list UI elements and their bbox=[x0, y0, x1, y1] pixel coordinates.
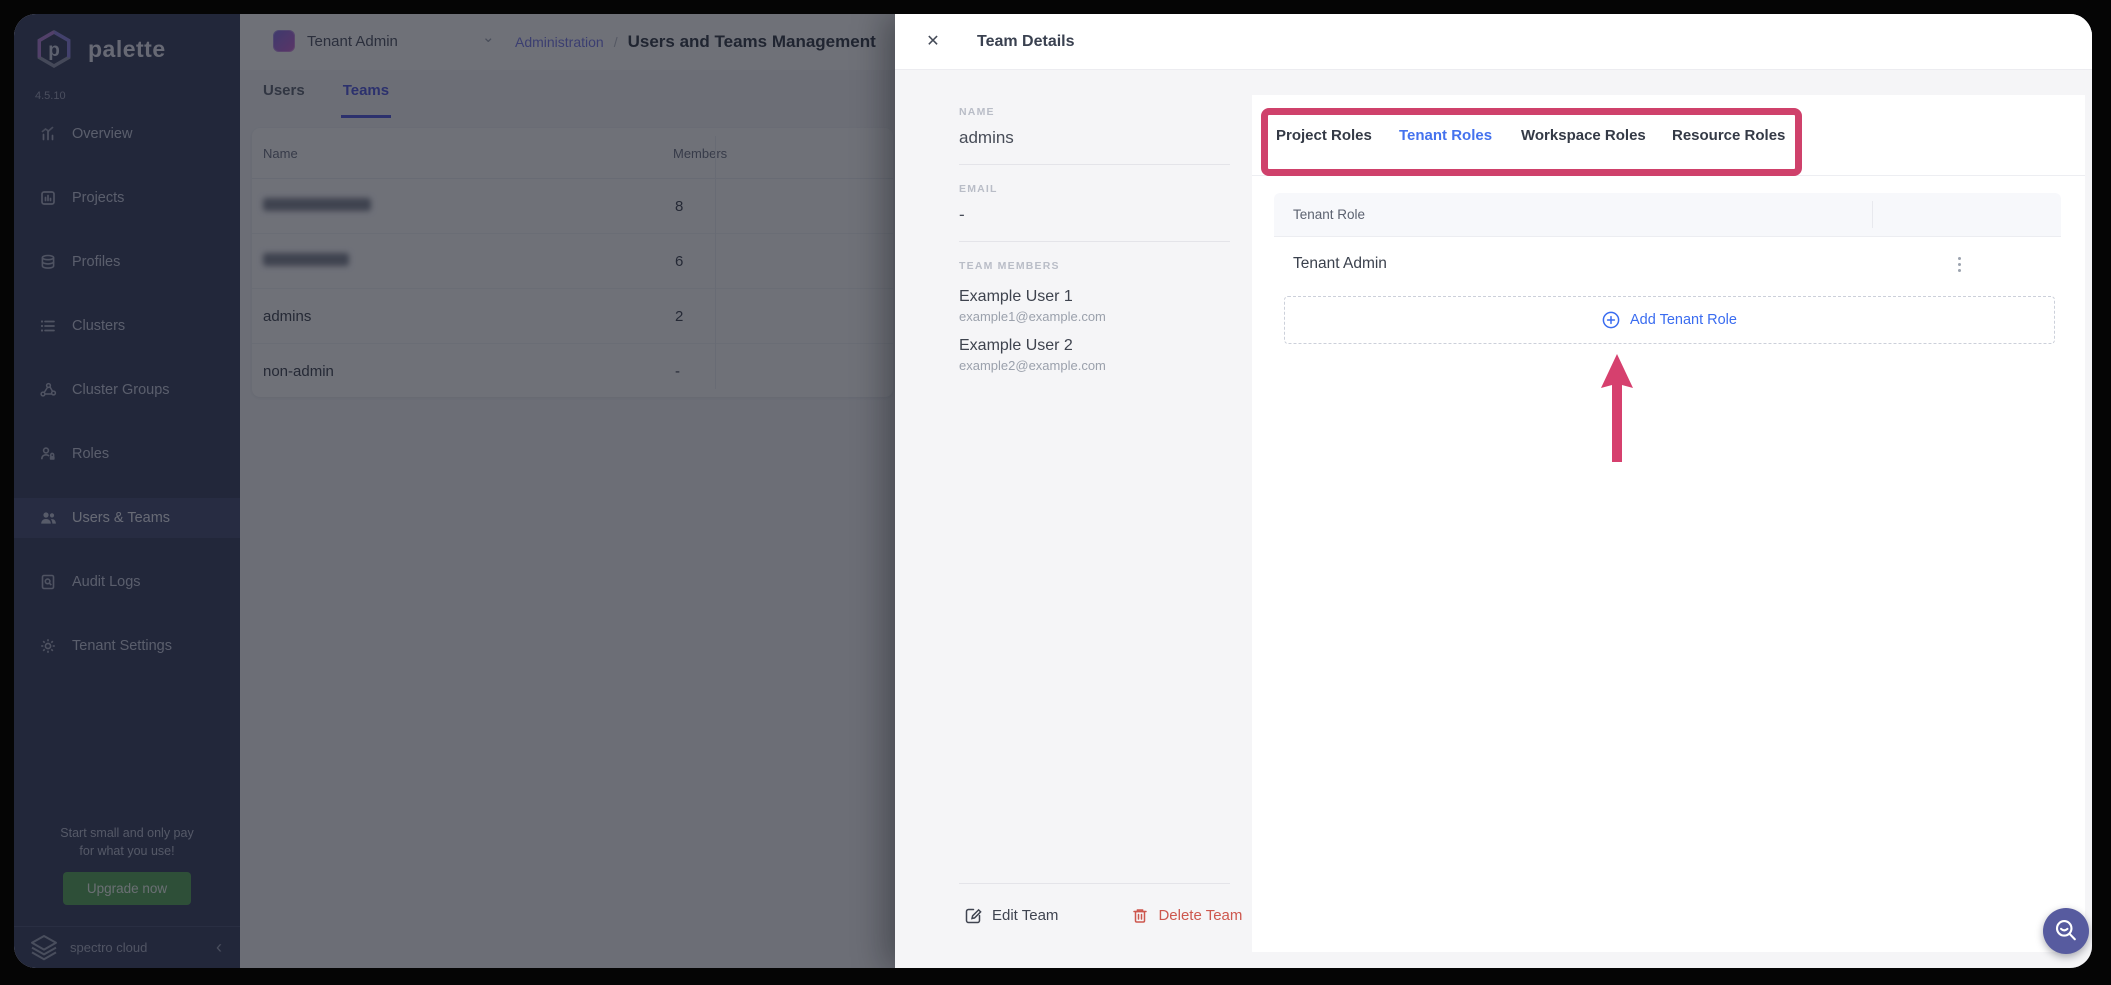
member-name: Example User 1 bbox=[959, 288, 1230, 306]
edit-team-label: Edit Team bbox=[992, 907, 1058, 924]
active-tab-underline bbox=[1386, 170, 1466, 174]
team-members-label: TEAM MEMBERS bbox=[959, 260, 1230, 272]
member-name: Example User 2 bbox=[959, 337, 1230, 355]
email-field-value: - bbox=[959, 205, 1230, 225]
pencil-icon bbox=[965, 907, 982, 924]
member-email: example1@example.com bbox=[959, 309, 1230, 324]
member-email: example2@example.com bbox=[959, 358, 1230, 373]
add-tenant-role-button[interactable]: Add Tenant Role bbox=[1284, 296, 2055, 344]
add-tenant-role-label: Add Tenant Role bbox=[1630, 312, 1737, 328]
divider bbox=[959, 241, 1230, 242]
name-field-label: NAME bbox=[959, 106, 1230, 118]
delete-team-button[interactable]: Delete Team bbox=[1126, 903, 1248, 928]
magnifier-smile-icon bbox=[2051, 916, 2081, 946]
role-row: Tenant Admin bbox=[1274, 237, 2061, 291]
modal-footer: Edit Team Delete Team bbox=[959, 903, 1248, 928]
roles-tabs: Project Roles Tenant Roles Workspace Rol… bbox=[1252, 95, 2085, 176]
close-icon[interactable]: ✕ bbox=[919, 28, 947, 56]
plus-circle-icon bbox=[1602, 311, 1620, 329]
tab-tenant-roles[interactable]: Tenant Roles bbox=[1399, 95, 1492, 176]
column-divider bbox=[1872, 201, 1873, 228]
tab-workspace-roles[interactable]: Workspace Roles bbox=[1521, 95, 1646, 176]
roles-panel: Project Roles Tenant Roles Workspace Rol… bbox=[1252, 95, 2085, 952]
roles-table-header: Tenant Role bbox=[1274, 193, 2061, 237]
modal-title: Team Details bbox=[977, 14, 1075, 70]
divider bbox=[959, 164, 1230, 165]
email-field-label: EMAIL bbox=[959, 183, 1230, 195]
team-member-item: Example User 1 example1@example.com bbox=[959, 288, 1230, 324]
kebab-menu-icon[interactable] bbox=[1946, 251, 1972, 277]
modal-header: ✕ Team Details bbox=[895, 14, 2092, 70]
tenant-roles-table: Tenant Role Tenant Admin bbox=[1274, 193, 2061, 291]
team-details-modal: ✕ Team Details NAME admins EMAIL - TEAM … bbox=[895, 14, 2092, 968]
tab-resource-roles[interactable]: Resource Roles bbox=[1672, 95, 1785, 176]
app-window: p palette 4.5.10 Overview Projects bbox=[14, 14, 2092, 968]
name-field-value: admins bbox=[959, 128, 1230, 148]
column-header-tenant-role: Tenant Role bbox=[1274, 207, 1365, 222]
trash-icon bbox=[1132, 907, 1148, 924]
team-member-item: Example User 2 example2@example.com bbox=[959, 337, 1230, 373]
divider bbox=[959, 883, 1230, 884]
edit-team-button[interactable]: Edit Team bbox=[959, 903, 1064, 928]
team-info-panel: NAME admins EMAIL - TEAM MEMBERS Example… bbox=[959, 106, 1230, 386]
tab-project-roles[interactable]: Project Roles bbox=[1276, 95, 1372, 176]
feedback-search-widget-button[interactable] bbox=[2043, 908, 2089, 954]
delete-team-label: Delete Team bbox=[1158, 907, 1242, 924]
role-name: Tenant Admin bbox=[1274, 255, 1387, 273]
